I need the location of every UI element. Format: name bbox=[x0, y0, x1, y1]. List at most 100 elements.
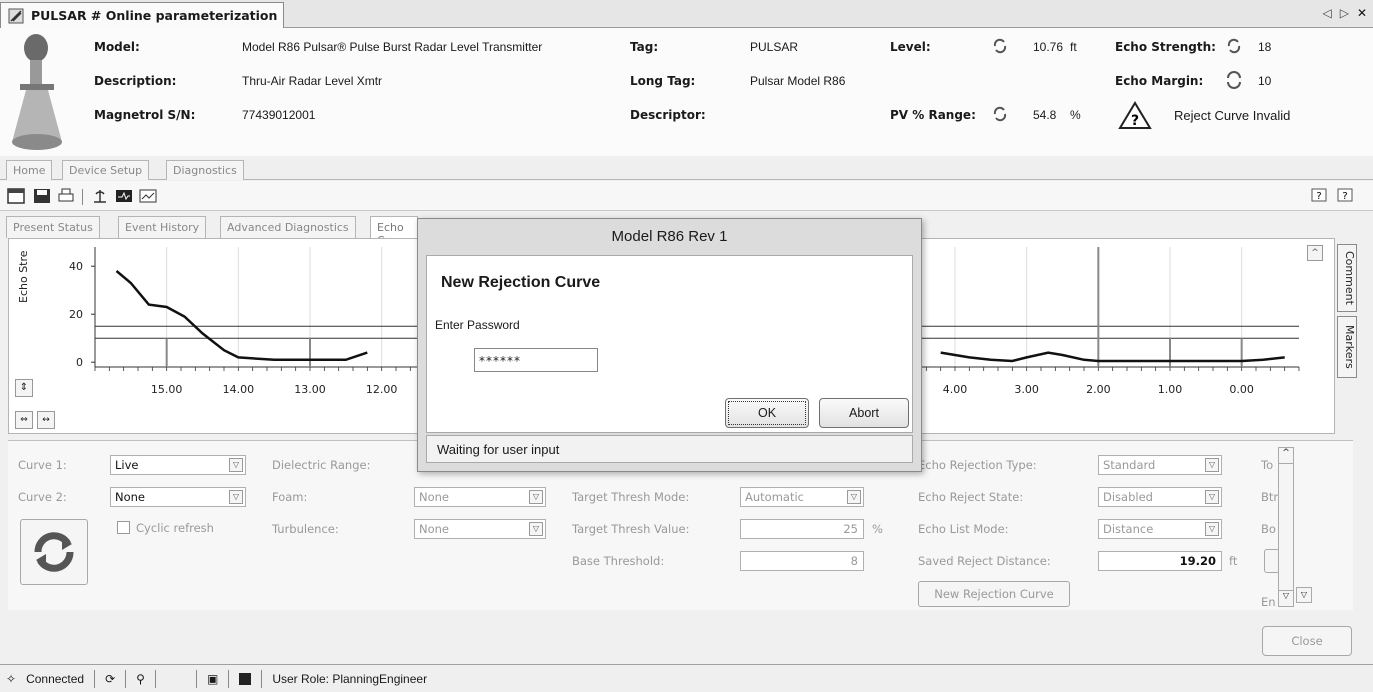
close-icon[interactable]: ✕ bbox=[1357, 6, 1367, 20]
tab-home[interactable]: Home bbox=[6, 160, 53, 180]
saved-reject-distance-field[interactable]: 19.20 bbox=[1098, 551, 1222, 571]
echo-list-mode-value: Distance bbox=[1103, 522, 1154, 536]
sync-icon bbox=[1227, 71, 1241, 89]
longtag-label: Long Tag: bbox=[630, 74, 696, 88]
truncated-label: To bbox=[1261, 458, 1274, 472]
echo-rejection-type-select[interactable]: Standard ▽ bbox=[1098, 455, 1222, 475]
status-separator bbox=[154, 669, 156, 688]
x-tick-label: 4.00 bbox=[943, 383, 968, 396]
cyclic-refresh-checkbox[interactable] bbox=[117, 521, 130, 534]
password-dialog: Model R86 Rev 1 New Rejection Curve Ente… bbox=[417, 218, 922, 472]
longtag-value: Pulsar Model R86 bbox=[750, 74, 846, 88]
refresh-icon bbox=[34, 532, 74, 572]
chevron-down-icon: ▽ bbox=[529, 522, 543, 536]
echo-rejection-type-label: Echo Rejection Type: bbox=[918, 458, 1037, 472]
echo-curve-line bbox=[940, 351, 1285, 363]
echo-list-mode-select[interactable]: Distance ▽ bbox=[1098, 519, 1222, 539]
tab-advanced-diagnostics[interactable]: Advanced Diagnostics bbox=[220, 216, 356, 238]
signal-icon[interactable] bbox=[90, 187, 110, 205]
chart-icon[interactable] bbox=[138, 187, 158, 205]
tt-mode-select[interactable]: Automatic ▽ bbox=[740, 487, 864, 507]
echo-strength-label: Echo Strength: bbox=[1115, 40, 1216, 54]
window-icon[interactable] bbox=[6, 187, 26, 205]
truncated-label: Bo bbox=[1261, 522, 1276, 536]
x-tick-label: 13.00 bbox=[294, 383, 326, 396]
tab-comment[interactable]: Comment bbox=[1337, 244, 1357, 312]
tab-diagnostics[interactable]: Diagnostics bbox=[166, 160, 244, 180]
foam-select[interactable]: None ▽ bbox=[414, 487, 546, 507]
scroll-up-icon[interactable]: ^ bbox=[1279, 448, 1293, 464]
x-tick-label: 3.00 bbox=[1014, 383, 1039, 396]
fit-zoom-icon[interactable]: ⇔ bbox=[15, 411, 33, 429]
svg-text:?: ? bbox=[1342, 191, 1347, 202]
model-value: Model R86 Pulsar® Pulse Burst Radar Leve… bbox=[242, 40, 543, 54]
tab-event-history[interactable]: Event History bbox=[118, 216, 207, 238]
next-tab-icon[interactable]: ▷ bbox=[1340, 6, 1349, 20]
tt-mode-label: Target Thresh Mode: bbox=[572, 490, 690, 504]
level-label: Level: bbox=[890, 40, 931, 54]
foam-label: Foam: bbox=[272, 490, 308, 504]
save-icon[interactable] bbox=[32, 187, 52, 205]
level-unit: ft bbox=[1070, 40, 1077, 54]
x-tick-label: 14.00 bbox=[223, 383, 255, 396]
scroll-up-button[interactable]: ^ bbox=[1307, 245, 1323, 261]
window-title: PULSAR # Online parameterization bbox=[31, 8, 278, 23]
pvrange-value: 54.8 bbox=[1033, 108, 1057, 122]
connected-icon: ✧ bbox=[6, 671, 17, 686]
new-rejection-curve-button[interactable]: New Rejection Curve bbox=[918, 581, 1070, 607]
status-separator bbox=[228, 669, 230, 688]
password-input[interactable]: ****** bbox=[474, 348, 598, 372]
horizontal-zoom-icon[interactable]: ↔ bbox=[37, 411, 55, 429]
pvrange-label: PV % Range: bbox=[890, 108, 976, 122]
refresh-curve-button[interactable] bbox=[20, 519, 88, 585]
window-controls: ◁ ▷ ✕ bbox=[1322, 6, 1367, 20]
echo-list-mode-label: Echo List Mode: bbox=[918, 522, 1009, 536]
tab-present-status[interactable]: Present Status bbox=[6, 216, 100, 238]
dialog-heading: New Rejection Curve bbox=[441, 274, 601, 291]
curve1-select[interactable]: Live ▽ bbox=[110, 455, 246, 475]
window-tab[interactable]: PULSAR # Online parameterization bbox=[0, 2, 284, 28]
saved-reject-distance-label: Saved Reject Distance: bbox=[918, 554, 1051, 568]
x-tick-label: 15.00 bbox=[151, 383, 183, 396]
side-tabs: Comment Markers bbox=[1337, 244, 1359, 378]
dialog-title: Model R86 Rev 1 bbox=[611, 228, 728, 245]
vertical-zoom-icon[interactable]: ⇕ bbox=[15, 379, 33, 397]
echo-reject-state-select[interactable]: Disabled ▽ bbox=[1098, 487, 1222, 507]
context-help-icon[interactable]: ? bbox=[1336, 187, 1356, 205]
turbulence-select[interactable]: None ▽ bbox=[414, 519, 546, 539]
tt-value-field[interactable]: 25 bbox=[740, 519, 864, 539]
description-label: Description: bbox=[94, 74, 177, 88]
abort-button[interactable]: Abort bbox=[819, 398, 909, 428]
curve2-select[interactable]: None ▽ bbox=[110, 487, 246, 507]
connection-status: Connected bbox=[26, 671, 85, 686]
monitor-icon[interactable] bbox=[114, 187, 134, 205]
y-axis-label: Echo Stre bbox=[17, 250, 30, 303]
refresh-icon: ⟳ bbox=[105, 671, 116, 686]
sn-label: Magnetrol S/N: bbox=[94, 108, 196, 122]
tag-value: PULSAR bbox=[750, 40, 799, 54]
tab-device-setup[interactable]: Device Setup bbox=[62, 160, 150, 180]
settings-scrollbar[interactable]: ^ ▽ bbox=[1278, 447, 1294, 607]
help-icon[interactable]: ? bbox=[1310, 187, 1330, 205]
close-button[interactable]: Close bbox=[1262, 626, 1352, 656]
dialog-status: Waiting for user input bbox=[426, 435, 913, 463]
base-threshold-field[interactable]: 8 bbox=[740, 551, 864, 571]
status-bar: ✧ Connected ⟳ ⚲ ▣ User Role: PlanningEng… bbox=[0, 664, 1373, 692]
status-separator bbox=[195, 669, 197, 688]
svg-text:?: ? bbox=[1131, 113, 1139, 129]
tab-markers[interactable]: Markers bbox=[1337, 316, 1357, 378]
tab-echo-curve[interactable]: Echo C bbox=[370, 216, 418, 247]
chevron-down-icon: ▽ bbox=[229, 458, 243, 472]
scroll-down-icon[interactable]: ▽ bbox=[1279, 590, 1293, 606]
echo-margin-value: 10 bbox=[1258, 74, 1272, 88]
echo-rejection-type-value: Standard bbox=[1103, 458, 1156, 472]
chevron-down-icon: ▽ bbox=[1205, 490, 1219, 504]
chevron-down-icon: ▽ bbox=[1205, 458, 1219, 472]
ok-button[interactable]: OK bbox=[725, 398, 809, 428]
scroll-down-icon[interactable]: ▽ bbox=[1296, 587, 1312, 603]
tt-unit: % bbox=[872, 522, 883, 536]
prev-tab-icon[interactable]: ◁ bbox=[1322, 6, 1331, 20]
app-icon bbox=[8, 8, 24, 23]
dielectric-label: Dielectric Range: bbox=[272, 458, 371, 472]
print-icon[interactable] bbox=[56, 187, 76, 205]
